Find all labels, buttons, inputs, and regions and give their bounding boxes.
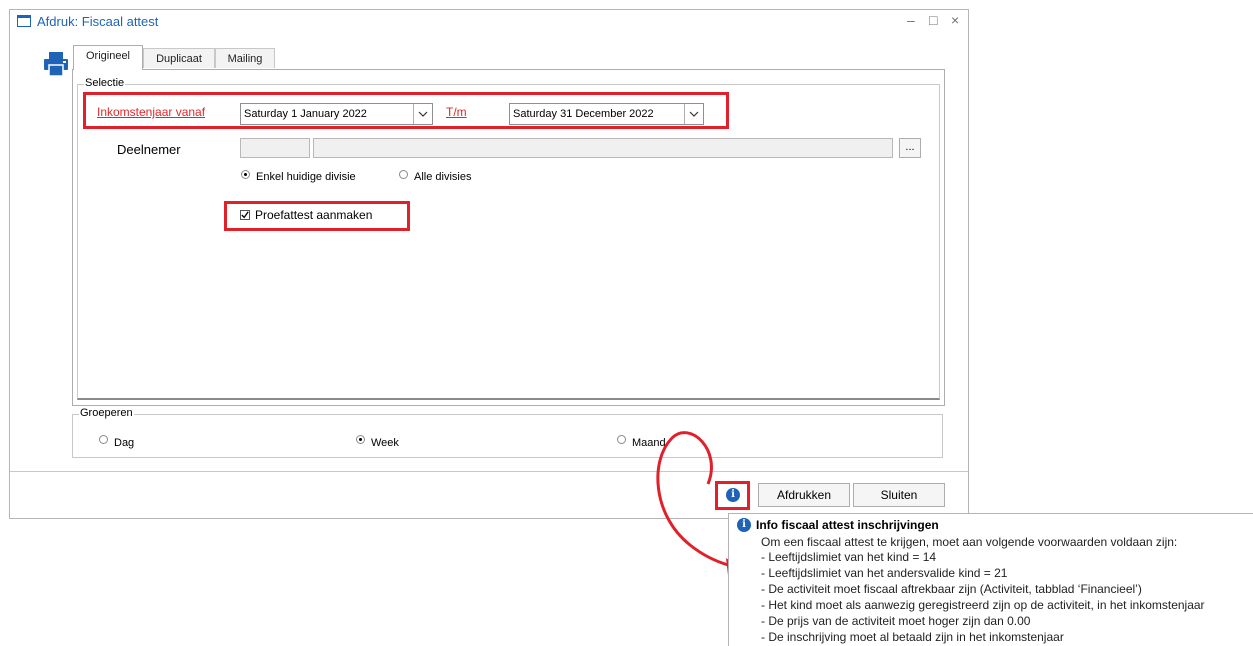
checkmark-icon: [241, 211, 249, 219]
selectie-group: [77, 84, 940, 400]
tooltip-line: - Leeftijdslimiet van het kind = 14: [761, 550, 937, 564]
tooltip-line: - Het kind moet als aanwezig geregistree…: [761, 598, 1205, 612]
date-from-dropdown[interactable]: [413, 104, 432, 124]
checkbox-box[interactable]: [240, 210, 250, 220]
date-from-value: Saturday 1 January 2022: [244, 108, 367, 120]
tooltip-line: - De prijs van de activiteit moet hoger …: [761, 614, 1031, 628]
test-certificate-label: Proefattest aanmaken: [255, 208, 373, 222]
minimize-button[interactable]: –: [907, 12, 915, 28]
radio-week-label: Week: [371, 437, 399, 449]
print-button[interactable]: Afdrukken: [758, 483, 850, 507]
radio-button[interactable]: [399, 170, 408, 179]
tooltip-line: - De activiteit moet fiscaal aftrekbaar …: [761, 582, 1142, 596]
radio-all-divisions[interactable]: Alle divisies: [399, 170, 489, 184]
window-icon: [17, 15, 31, 27]
tooltip-title: Info fiscaal attest inschrijvingen: [756, 518, 939, 532]
participant-name-field[interactable]: [313, 138, 893, 158]
browse-participant-button[interactable]: ...: [899, 138, 921, 158]
close-window-button[interactable]: ×: [951, 12, 959, 28]
date-from-select[interactable]: Saturday 1 January 2022: [240, 103, 433, 125]
radio-button[interactable]: [99, 435, 108, 444]
chevron-down-icon: [689, 111, 699, 117]
radio-day-label: Dag: [114, 437, 135, 449]
radio-button[interactable]: [617, 435, 626, 444]
radio-day[interactable]: Dag: [99, 435, 159, 449]
date-to-dropdown[interactable]: [684, 104, 703, 124]
tab-origineel[interactable]: Origineel: [73, 45, 143, 70]
tooltip-line: - De inschrijving moet al betaald zijn i…: [761, 630, 1064, 644]
printer-icon: [44, 52, 68, 77]
tab-duplicaat[interactable]: Duplicaat: [143, 48, 215, 68]
close-button[interactable]: Sluiten: [853, 483, 945, 507]
income-year-from-link[interactable]: Inkomstenjaar vanaf: [97, 105, 205, 119]
groeperen-group: [72, 414, 943, 458]
test-certificate-checkbox[interactable]: Proefattest aanmaken: [240, 208, 400, 222]
radio-current-division-label: Enkel huidige divisie: [256, 171, 356, 183]
radio-all-divisions-label: Alle divisies: [414, 171, 472, 183]
radio-current-division[interactable]: Enkel huidige divisie: [241, 170, 361, 184]
info-icon: i: [737, 518, 751, 532]
radio-button[interactable]: [241, 170, 250, 179]
radio-button[interactable]: [356, 435, 365, 444]
chevron-down-icon: [418, 111, 428, 117]
radio-week[interactable]: Week: [356, 435, 416, 449]
tooltip-line: - Leeftijdslimiet van het andersvalide k…: [761, 566, 1008, 580]
info-tooltip: i Info fiscaal attest inschrijvingen Om …: [728, 513, 1253, 646]
groeperen-legend: Groeperen: [79, 407, 134, 419]
participant-label: Deelnemer: [117, 142, 181, 157]
date-to-value: Saturday 31 December 2022: [513, 108, 654, 120]
title-bar[interactable]: Afdruk: Fiscaal attest – □ ×: [10, 10, 968, 34]
window-title: Afdruk: Fiscaal attest: [37, 14, 159, 29]
tooltip-intro: Om een fiscaal attest te krijgen, moet a…: [761, 535, 1178, 549]
to-date-link[interactable]: T/m: [446, 105, 467, 119]
selectie-legend: Selectie: [84, 77, 126, 89]
maximize-button[interactable]: □: [929, 12, 937, 28]
date-to-select[interactable]: Saturday 31 December 2022: [509, 103, 704, 125]
participant-code-field[interactable]: [240, 138, 310, 158]
tab-mailing[interactable]: Mailing: [215, 48, 275, 68]
client-divider: [10, 471, 968, 472]
